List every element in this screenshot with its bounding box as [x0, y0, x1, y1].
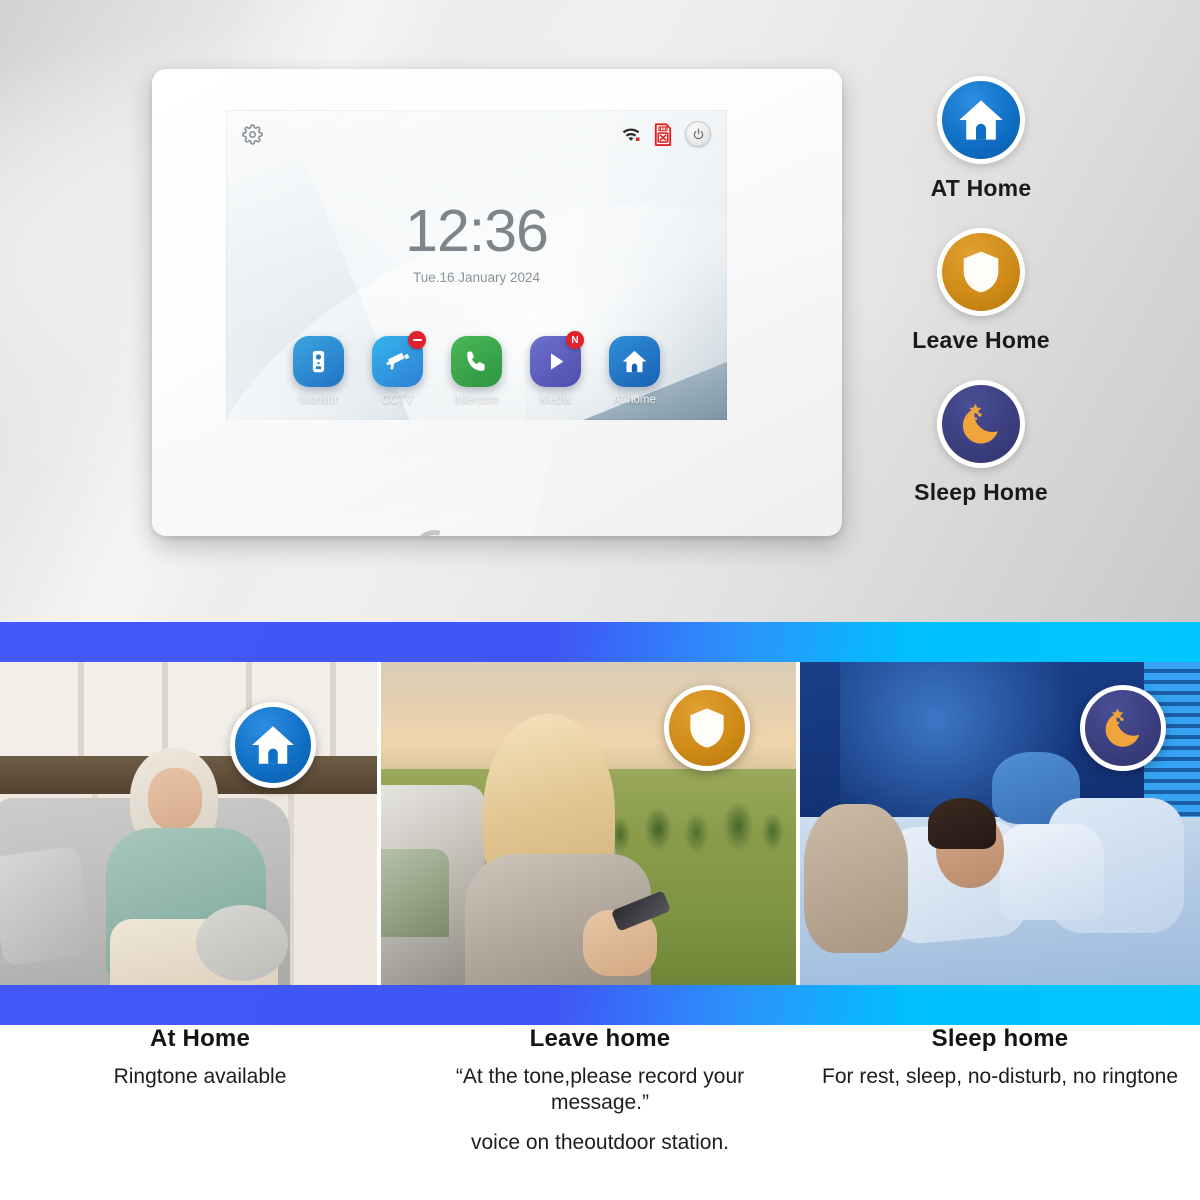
app-label: Intercom: [454, 394, 499, 406]
power-icon[interactable]: [685, 121, 711, 147]
door-station-icon[interactable]: [293, 336, 344, 387]
app-intercom[interactable]: Intercom: [449, 336, 505, 406]
sim-card-error-icon: [654, 123, 672, 146]
dash-glyph: [412, 338, 422, 342]
photo-leave-home: [381, 662, 796, 985]
status-bar: [226, 110, 727, 158]
photo-at-home: [0, 662, 377, 985]
mode-label: AT Home: [930, 175, 1032, 201]
wifi-icon: [621, 126, 641, 142]
brand-ring-icon: [402, 521, 467, 536]
status-right-group: [621, 121, 711, 147]
mode-at-home[interactable]: AT Home: [866, 76, 1096, 202]
clock-date: Tue.16 January 2024: [412, 270, 541, 285]
upper-cabinets: [0, 662, 377, 759]
app-cctv[interactable]: CCTV: [370, 331, 426, 406]
photo-sleep-home: [800, 662, 1200, 985]
child-hair: [928, 797, 996, 850]
teddy-bear: [804, 804, 908, 953]
caption-line-1: Ringtone available: [113, 1065, 287, 1088]
caption-title: At Home: [149, 1025, 251, 1052]
mode-sleep-home[interactable]: Sleep Home: [866, 380, 1096, 506]
mode-list: AT Home Leave Home Sleep Home: [866, 76, 1096, 532]
caption-title: Leave home: [529, 1025, 671, 1052]
mode-leave-home[interactable]: Leave Home: [866, 228, 1096, 354]
shield-icon: [664, 685, 750, 771]
gradient-divider-bottom: [0, 985, 1200, 1025]
caption-line-1: For rest, sleep, no-disturb, no ringtone: [822, 1065, 1179, 1088]
indoor-monitor-device: 12:36 Tue.16 January 2024 Monitor CCTV I…: [152, 69, 842, 536]
caption-leave-home: Leave home “At the tone,please record yo…: [400, 1025, 800, 1200]
moon-star-icon[interactable]: [937, 380, 1025, 468]
gradient-divider-top: [0, 622, 1200, 662]
face: [148, 767, 202, 830]
brand-logo: ANJIELO SMART: [152, 521, 842, 536]
app-label: Media: [539, 394, 572, 406]
child-body: [1000, 823, 1104, 921]
shield-icon[interactable]: [937, 228, 1025, 316]
app-media[interactable]: N Media: [528, 331, 584, 406]
caption-at-home: At Home Ringtone available: [0, 1025, 400, 1200]
home-icon[interactable]: [609, 336, 660, 387]
car-window: [381, 848, 449, 937]
badge-cctv: [408, 331, 426, 349]
caption-line-1: “At the tone,please record your message.…: [455, 1065, 745, 1115]
round-pillow: [196, 905, 288, 981]
photo-strip: [0, 662, 1200, 985]
clock-widget: 12:36 Tue.16 January 2024: [226, 198, 727, 286]
play-icon[interactable]: N: [530, 331, 584, 387]
app-dock: Monitor CCTV Intercom N Media At home: [226, 331, 727, 406]
moon-star-icon: [1080, 685, 1166, 771]
app-label: Monitor: [299, 394, 338, 406]
app-label: At home: [613, 394, 656, 406]
brand-mark: ANJIELO SMART: [402, 521, 585, 536]
app-at-home[interactable]: At home: [607, 336, 663, 406]
gear-icon[interactable]: [242, 123, 263, 145]
caption-line-2: voice on theoutdoor station.: [470, 1131, 729, 1155]
standing-woman: [453, 713, 672, 985]
caption-sleep-home: Sleep home For rest, sleep, no-disturb, …: [800, 1025, 1200, 1200]
clock-time: 12:36: [405, 198, 549, 264]
home-icon: [230, 702, 316, 788]
app-label: CCTV: [381, 394, 414, 406]
hero-section: 12:36 Tue.16 January 2024 Monitor CCTV I…: [0, 0, 1200, 622]
caption-row: At Home Ringtone available Leave home “A…: [0, 1025, 1200, 1200]
caption-title: Sleep home: [931, 1025, 1069, 1052]
device-screen[interactable]: 12:36 Tue.16 January 2024 Monitor CCTV I…: [226, 110, 727, 420]
mode-label: Leave Home: [912, 327, 1050, 353]
badge-media: N: [566, 331, 584, 349]
mode-label: Sleep Home: [914, 479, 1048, 505]
phone-icon[interactable]: [451, 336, 502, 387]
app-monitor[interactable]: Monitor: [291, 336, 347, 406]
cctv-camera-icon[interactable]: [372, 331, 426, 387]
cushion: [0, 845, 94, 967]
home-icon[interactable]: [937, 76, 1025, 164]
